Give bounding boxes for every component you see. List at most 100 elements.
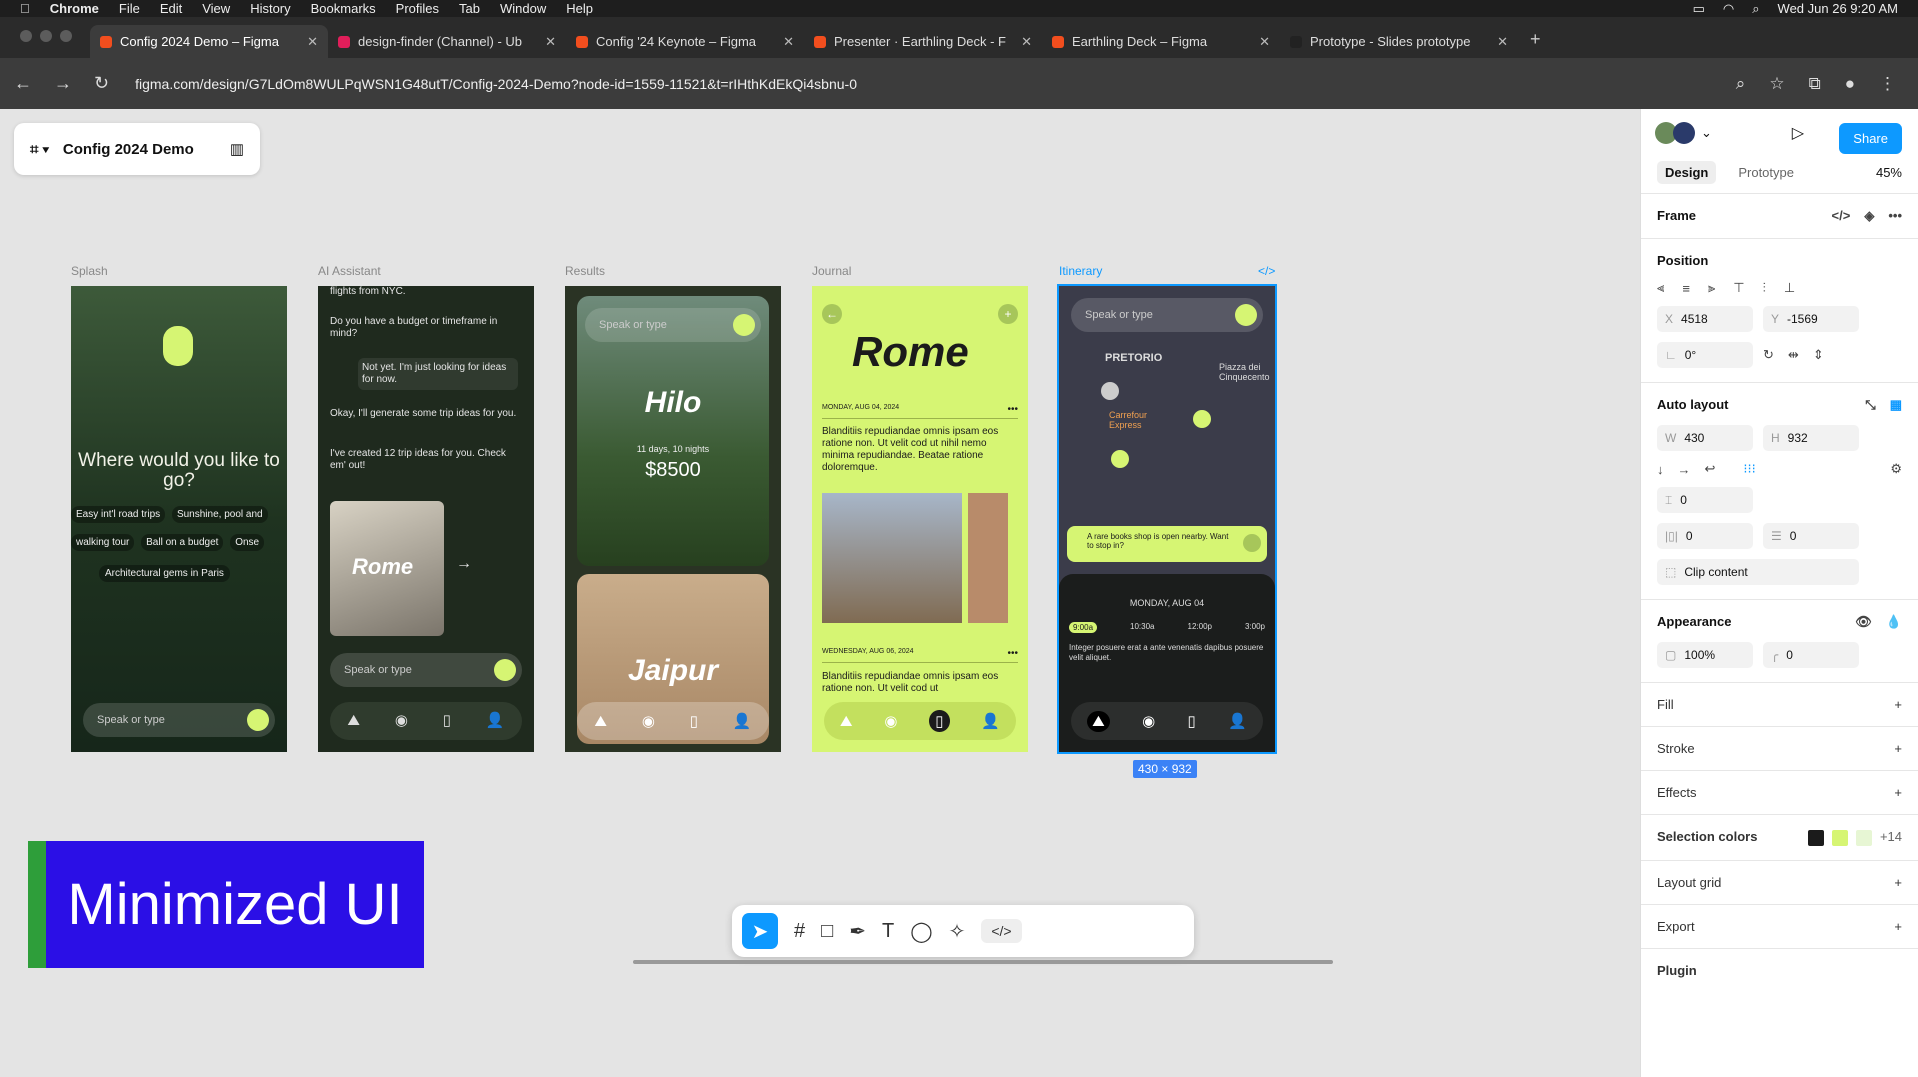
mic-icon[interactable] [494, 659, 516, 681]
add-effect-icon[interactable]: + [1894, 785, 1902, 800]
horizontal-scrollbar[interactable] [633, 960, 1333, 964]
menu-history[interactable]: History [250, 1, 290, 16]
opacity-field[interactable]: ▢ 100% [1657, 642, 1753, 668]
more-icon[interactable]: ••• [1888, 208, 1902, 224]
rotation-field[interactable]: ∟ 0° [1657, 342, 1753, 368]
toast-notification[interactable]: A rare books shop is open nearby. Want t… [1067, 526, 1267, 562]
explore-icon[interactable]: ⛰ [1087, 710, 1110, 732]
padding-horizontal-field[interactable]: |▯| 0 [1657, 523, 1753, 549]
mic-icon[interactable] [247, 709, 269, 731]
chip[interactable]: Sunshine, pool and [171, 506, 268, 523]
itinerary-search-input[interactable]: Speak or type [1071, 298, 1263, 332]
results-search-input[interactable]: Speak or type [585, 308, 761, 342]
close-tab-icon[interactable]: ✕ [1497, 34, 1508, 50]
frame-label-itinerary[interactable]: Itinerary [1059, 264, 1102, 278]
add-stop-icon[interactable] [1243, 534, 1261, 552]
chat-input[interactable]: Speak or type [330, 653, 522, 687]
menu-profiles[interactable]: Profiles [396, 1, 439, 16]
zoom-icon[interactable]: ⌕ [1736, 74, 1746, 94]
sidebar-toggle-icon[interactable]: ▥ [230, 140, 244, 158]
profile-icon[interactable]: 👤 [1228, 712, 1247, 730]
time-marker[interactable]: 3:00p [1245, 622, 1265, 633]
frame-label-results[interactable]: Results [565, 264, 605, 278]
x-field[interactable]: X 4518 [1657, 306, 1753, 332]
clock[interactable]: Wed Jun 26 9:20 AM [1778, 1, 1898, 16]
close-tab-icon[interactable]: ✕ [307, 34, 318, 50]
clip-content-dropdown[interactable]: ⬚ Clip content [1657, 559, 1859, 585]
avatar[interactable] [1673, 122, 1695, 144]
code-icon[interactable]: </> [1832, 208, 1851, 224]
result-card-hilo[interactable]: Speak or type Hilo 11 days, 10 nights $8… [577, 296, 769, 566]
align-right-icon[interactable]: ⫸ [1708, 280, 1715, 296]
menu-view[interactable]: View [202, 1, 230, 16]
padding-vertical-field[interactable]: ☰ 0 [1763, 523, 1859, 549]
gap-field[interactable]: ⌶ 0 [1657, 487, 1753, 513]
mic-icon[interactable] [733, 314, 755, 336]
settings-icon[interactable]: ⚙ [1890, 461, 1902, 477]
journal-icon[interactable]: ▯ [443, 713, 451, 728]
extensions-icon[interactable]: ⧉ [1809, 74, 1821, 94]
frame-type-dropdown[interactable]: Frame [1657, 208, 1696, 224]
forward-icon[interactable]: → [54, 73, 72, 94]
day-selector[interactable]: MONDAY, AUG 04 [1059, 598, 1275, 608]
text-tool-icon[interactable]: T [882, 920, 894, 943]
journal-photo[interactable] [968, 493, 1008, 623]
map-pin-icon[interactable] [1111, 450, 1129, 468]
height-field[interactable]: H 932 [1763, 425, 1859, 451]
alignment-grid-icon[interactable]: ⁝⁝⁝ [1743, 461, 1755, 477]
chevron-down-icon[interactable]: ⌄ [1701, 125, 1712, 141]
wrap-icon[interactable]: ↩ [1705, 461, 1716, 477]
minimize-window-button[interactable] [40, 30, 52, 42]
share-button[interactable]: Share [1839, 123, 1902, 154]
tab-presenter[interactable]: Presenter · Earthling Deck - F ✕ [804, 25, 1042, 58]
map-pin-icon[interactable] [1193, 410, 1211, 428]
menu-file[interactable]: File [119, 1, 140, 16]
zoom-level[interactable]: 45% [1876, 165, 1902, 180]
wifi-icon[interactable]: ◠ [1723, 1, 1734, 17]
frame-journal[interactable]: ← + Rome MONDAY, AUG 04, 2024 ••• Blandit… [812, 286, 1028, 752]
corner-radius-field[interactable]: ╭ 0 [1763, 642, 1859, 668]
tab-prototype[interactable]: Prototype [1738, 165, 1794, 180]
close-tab-icon[interactable]: ✕ [783, 34, 794, 50]
add-icon[interactable]: + [998, 304, 1018, 324]
tab-prototype[interactable]: Prototype - Slides prototype ✕ [1280, 25, 1518, 58]
align-bottom-icon[interactable]: ⊥ [1784, 280, 1795, 296]
align-top-icon[interactable]: ⊤ [1733, 280, 1744, 296]
profile-icon[interactable]: ● [1845, 74, 1855, 94]
color-swatch[interactable] [1855, 829, 1872, 846]
assistant-icon[interactable]: ◉ [1142, 712, 1155, 730]
align-left-icon[interactable]: ⫷ [1657, 280, 1664, 296]
journal-icon[interactable]: ▯ [690, 712, 698, 730]
tab-earthling-deck[interactable]: Earthling Deck – Figma ✕ [1042, 25, 1280, 58]
y-field[interactable]: Y -1569 [1763, 306, 1859, 332]
file-title[interactable]: Config 2024 Demo [63, 141, 194, 158]
direction-horizontal-icon[interactable]: → [1678, 462, 1691, 477]
time-marker[interactable]: 9:00a [1069, 622, 1098, 633]
menu-help[interactable]: Help [566, 1, 593, 16]
menu-kebab-icon[interactable]: ⋮ [1879, 74, 1896, 94]
profile-icon[interactable]: 👤 [486, 713, 505, 728]
new-tab-button[interactable]: + [1518, 29, 1553, 58]
splash-search-input[interactable]: Speak or type [83, 703, 275, 737]
explore-icon[interactable]: ⛰ [594, 713, 607, 730]
close-window-button[interactable] [20, 30, 32, 42]
journal-photo[interactable] [822, 493, 962, 623]
pen-tool-icon[interactable]: ✒ [849, 919, 866, 944]
collapse-icon[interactable]: ⤡ [1865, 397, 1875, 413]
frame-ai-assistant[interactable]: flights from NYC. Do you have a budget o… [318, 286, 534, 752]
add-export-icon[interactable]: + [1894, 919, 1902, 934]
drop-icon[interactable]: 💧 [1886, 614, 1902, 630]
dev-mode-toggle-icon[interactable]: </> [981, 919, 1022, 943]
assistant-icon[interactable]: ◉ [642, 712, 655, 730]
more-icon[interactable]: ••• [1007, 404, 1018, 415]
chip[interactable]: Onse [230, 534, 265, 551]
battery-icon[interactable]: ▭ [1693, 1, 1705, 17]
explore-icon[interactable]: ⛰ [840, 713, 853, 730]
frame-results[interactable]: Speak or type Hilo 11 days, 10 nights $8… [565, 286, 781, 752]
ai-tool-icon[interactable]: ✧ [949, 919, 966, 944]
app-name[interactable]: Chrome [50, 1, 99, 16]
color-swatch[interactable] [1807, 829, 1824, 846]
direction-vertical-icon[interactable]: ↓ [1657, 462, 1664, 477]
frame-splash[interactable]: Where would you like to go? Easy int'l r… [71, 286, 287, 752]
arrow-right-icon[interactable]: → [456, 556, 472, 572]
